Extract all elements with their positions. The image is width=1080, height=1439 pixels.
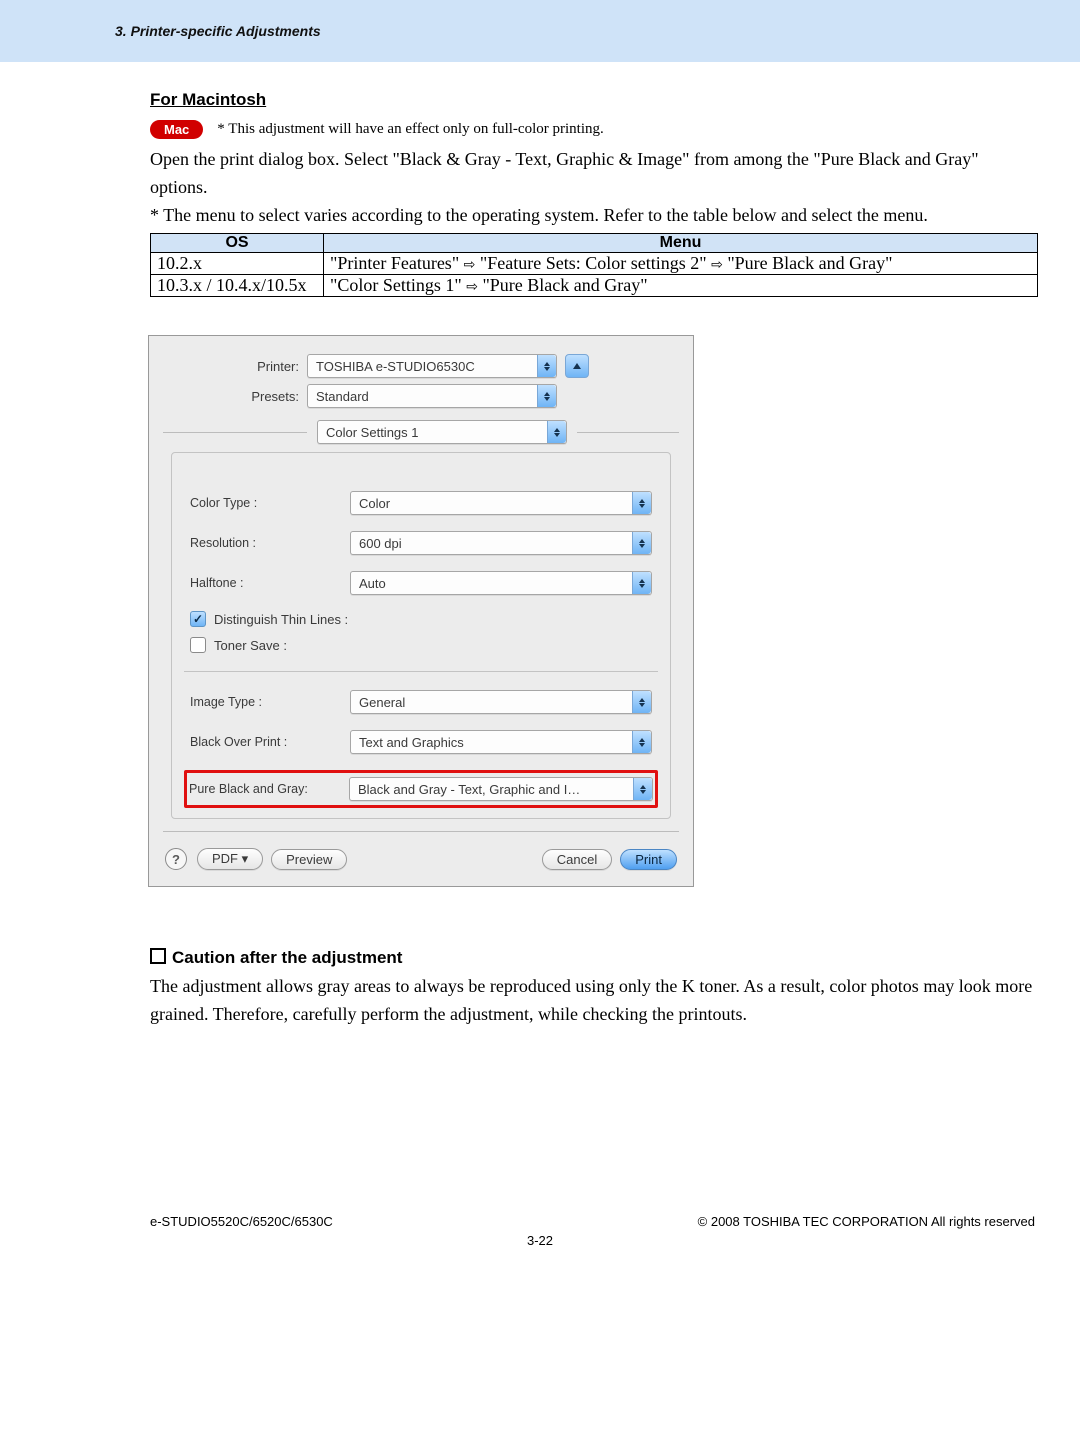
page-footer: e-STUDIO5520C/6520C/6530C © 2008 TOSHIBA… <box>0 1214 1080 1229</box>
dropdown-icon <box>632 731 651 753</box>
toner-save-row: Toner Save : <box>190 637 652 653</box>
menu-cell: "Color Settings 1" ⇨ "Pure Black and Gra… <box>324 275 1038 297</box>
halftone-select[interactable]: Auto <box>350 571 652 595</box>
separator <box>184 671 658 672</box>
os-cell: 10.2.x <box>151 253 324 275</box>
dropdown-icon <box>632 532 651 554</box>
section-title: For Macintosh <box>150 90 1040 110</box>
mac-line: Mac * This adjustment will have an effec… <box>150 120 1040 139</box>
presets-value: Standard <box>316 389 369 404</box>
color-type-select[interactable]: Color <box>350 491 652 515</box>
mac-note: * This adjustment will have an effect on… <box>217 121 603 138</box>
toner-save-label: Toner Save : <box>214 638 287 653</box>
preview-button[interactable]: Preview <box>271 849 347 870</box>
resolution-row: Resolution : 600 dpi <box>190 531 652 555</box>
menu-cell: "Printer Features" ⇨ "Feature Sets: Colo… <box>324 253 1038 275</box>
distinguish-checkbox[interactable] <box>190 611 206 627</box>
disclosure-button[interactable] <box>565 354 589 378</box>
image-type-row: Image Type : General <box>190 690 652 714</box>
body-note: * The menu to select varies according to… <box>150 201 1040 229</box>
toner-save-checkbox[interactable] <box>190 637 206 653</box>
cancel-button[interactable]: Cancel <box>542 849 612 870</box>
pure-black-label: Pure Black and Gray: <box>189 782 349 796</box>
dropdown-icon <box>632 691 651 713</box>
halftone-row: Halftone : Auto <box>190 571 652 595</box>
os-header: OS <box>151 234 324 253</box>
presets-row: Presets: Standard <box>149 384 693 408</box>
dropdown-icon <box>537 385 556 407</box>
menu-header: Menu <box>324 234 1038 253</box>
caution-heading: Caution after the adjustment <box>150 947 1040 968</box>
pane-divider: Color Settings 1 <box>163 420 679 444</box>
bullet-box-icon <box>150 948 166 964</box>
body-para: Open the print dialog box. Select "Black… <box>150 145 1040 201</box>
print-button[interactable]: Print <box>620 849 677 870</box>
os-menu-table: OS Menu 10.2.x "Printer Features" ⇨ "Fea… <box>150 233 1038 297</box>
pure-black-highlight: Pure Black and Gray: Black and Gray - Te… <box>184 770 658 808</box>
image-type-label: Image Type : <box>190 695 350 709</box>
black-over-label: Black Over Print : <box>190 735 350 749</box>
black-over-row: Black Over Print : Text and Graphics <box>190 730 652 754</box>
footer-left: e-STUDIO5520C/6520C/6530C <box>150 1214 333 1229</box>
dropdown-icon <box>537 355 556 377</box>
mac-badge: Mac <box>150 120 203 139</box>
os-cell: 10.3.x / 10.4.x/10.5x <box>151 275 324 297</box>
image-type-select[interactable]: General <box>350 690 652 714</box>
printer-select[interactable]: TOSHIBA e-STUDIO6530C <box>307 354 557 378</box>
presets-select[interactable]: Standard <box>307 384 557 408</box>
resolution-label: Resolution : <box>190 536 350 550</box>
dropdown-icon <box>547 421 566 443</box>
footer-divider <box>163 831 679 832</box>
distinguish-label: Distinguish Thin Lines : <box>214 612 348 627</box>
dropdown-icon <box>632 572 651 594</box>
color-type-row: Color Type : Color <box>190 491 652 515</box>
resolution-select[interactable]: 600 dpi <box>350 531 652 555</box>
halftone-label: Halftone : <box>190 576 350 590</box>
color-type-label: Color Type : <box>190 496 350 510</box>
dropdown-icon <box>632 492 651 514</box>
caution-body: The adjustment allows gray areas to alwa… <box>150 972 1040 1028</box>
pure-black-select[interactable]: Black and Gray - Text, Graphic and I… <box>349 777 653 801</box>
printer-label: Printer: <box>149 359 307 374</box>
black-over-select[interactable]: Text and Graphics <box>350 730 652 754</box>
footer-page: 3-22 <box>0 1233 1080 1248</box>
presets-label: Presets: <box>149 389 307 404</box>
dialog-footer: ? PDF ▾ Preview Cancel Print <box>149 832 693 886</box>
help-button[interactable]: ? <box>165 848 187 870</box>
table-row: 10.3.x / 10.4.x/10.5x "Color Settings 1"… <box>151 275 1038 297</box>
distinguish-row: Distinguish Thin Lines : <box>190 611 652 627</box>
pane-select[interactable]: Color Settings 1 <box>317 420 567 444</box>
pane-value: Color Settings 1 <box>326 425 419 440</box>
printer-value: TOSHIBA e-STUDIO6530C <box>316 359 475 374</box>
page-header: 3. Printer-specific Adjustments <box>0 0 1080 62</box>
pure-black-row: Pure Black and Gray: Black and Gray - Te… <box>189 777 653 801</box>
footer-right: © 2008 TOSHIBA TEC CORPORATION All right… <box>698 1214 1035 1229</box>
pdf-button[interactable]: PDF ▾ <box>197 848 263 870</box>
page-body: For Macintosh Mac * This adjustment will… <box>0 62 1080 1028</box>
printer-row: Printer: TOSHIBA e-STUDIO6530C <box>149 354 693 378</box>
print-dialog: Printer: TOSHIBA e-STUDIO6530C Presets: … <box>148 335 694 887</box>
table-row: 10.2.x "Printer Features" ⇨ "Feature Set… <box>151 253 1038 275</box>
chapter-title: 3. Printer-specific Adjustments <box>115 23 321 39</box>
dropdown-icon <box>633 778 652 800</box>
settings-panel: Color Type : Color Resolution : 600 dpi … <box>171 452 671 819</box>
